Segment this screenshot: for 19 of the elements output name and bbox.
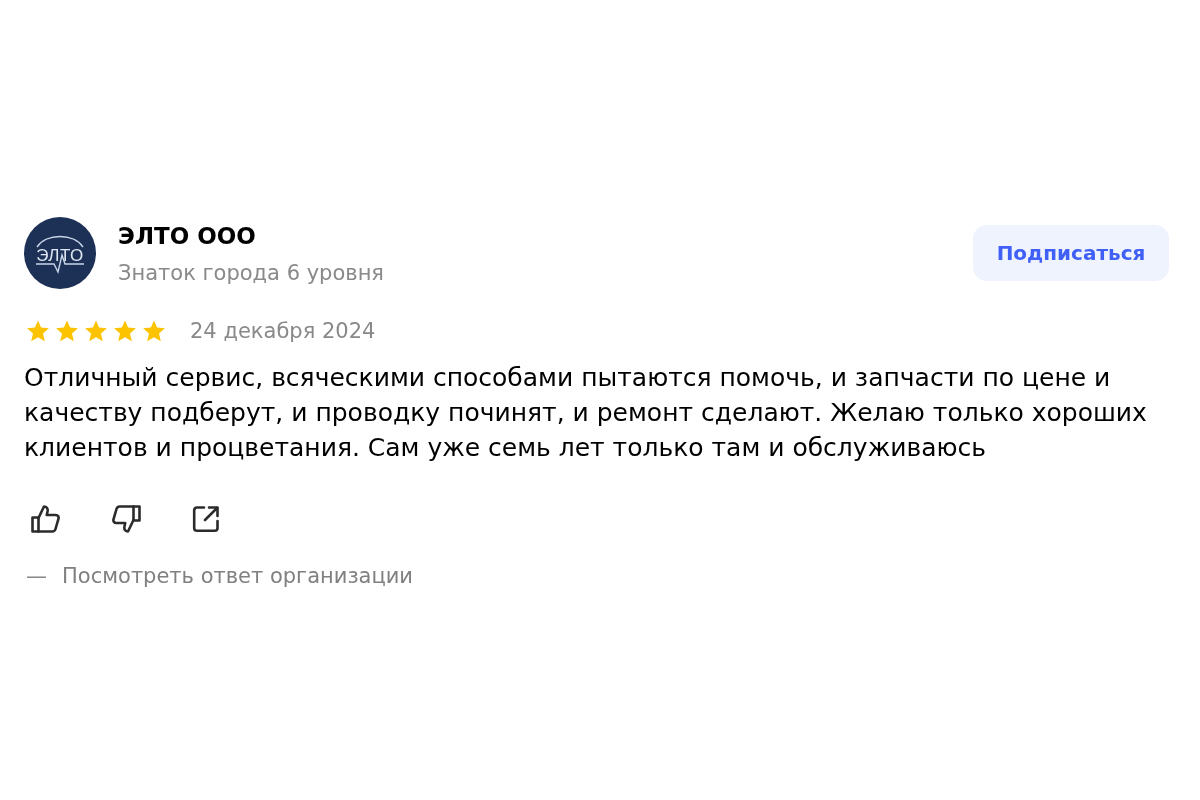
like-button[interactable]: [30, 503, 62, 535]
star-icon: [55, 319, 79, 343]
subscribe-button[interactable]: Подписаться: [973, 225, 1169, 281]
star-icon: [142, 319, 166, 343]
star-icon: [113, 319, 137, 343]
share-button[interactable]: [190, 503, 222, 535]
share-icon: [190, 503, 222, 535]
star-icon: [84, 319, 108, 343]
author-name: ЭЛТО ООО: [118, 222, 257, 251]
dash-mark: —: [26, 563, 47, 590]
thumbs-down-icon: [110, 503, 142, 535]
review-text: Отличный сервис, всяческими способами пытаются помочь, и запчасти по цене и качеству подберут, и проводку починят, и ремонт сделают. Желаю только хороших клиентов и процветания. Сам уже семь лет только там и обслуживаюсь: [24, 362, 1148, 464]
view-reply-link[interactable]: Посмотреть ответ организации: [62, 562, 413, 590]
thumbs-up-icon: [30, 503, 62, 535]
dislike-button[interactable]: [110, 503, 142, 535]
star-icon: [26, 319, 50, 343]
review-date: 24 декабря 2024: [190, 318, 376, 345]
company-logo: ЭЛТО: [24, 217, 96, 289]
author-level: Знаток города 6 уровня: [118, 260, 384, 287]
